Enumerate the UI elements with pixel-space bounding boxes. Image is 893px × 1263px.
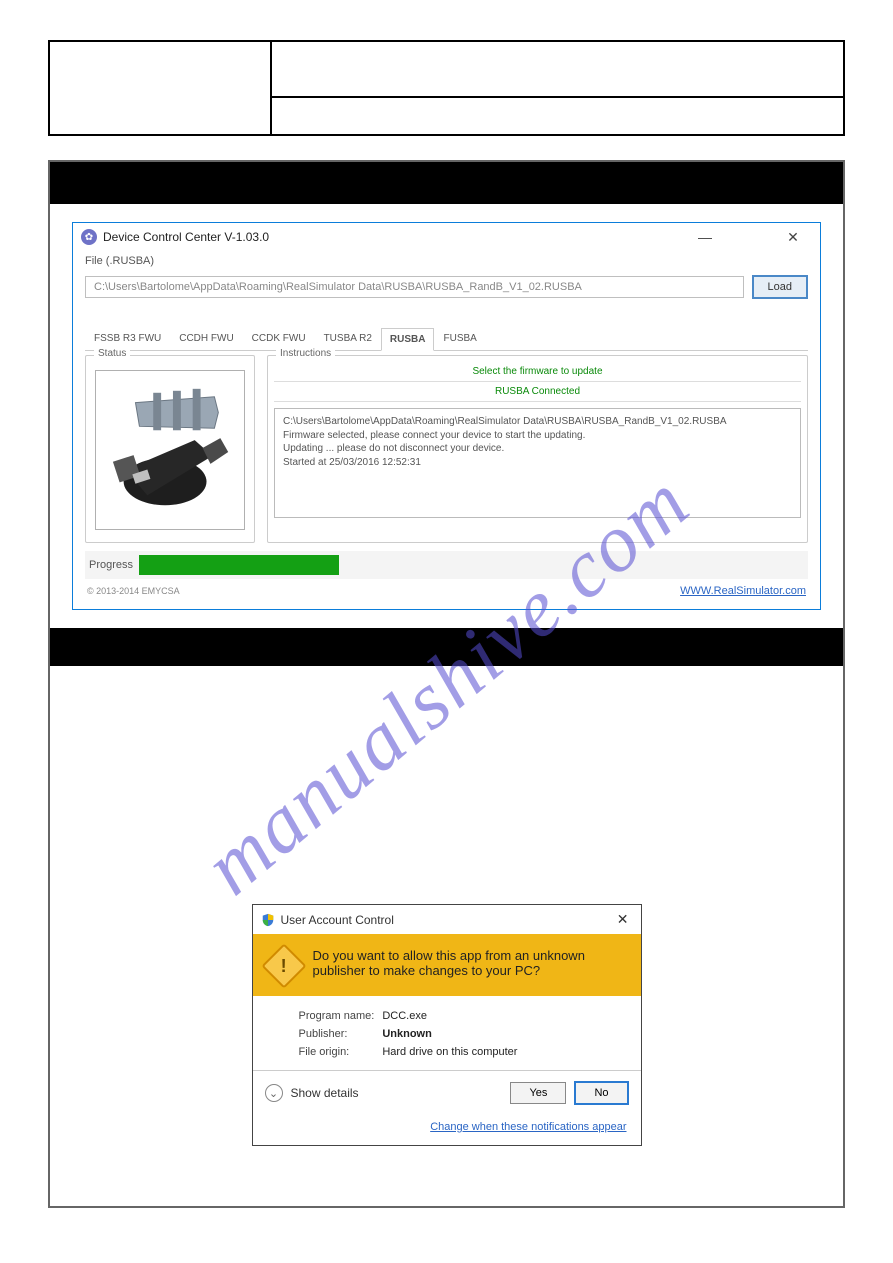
minimize-button[interactable]: — bbox=[692, 229, 718, 245]
file-path-input[interactable]: C:\Users\Bartolome\AppData\Roaming\RealS… bbox=[85, 276, 744, 298]
app-icon: ✿ bbox=[81, 229, 97, 245]
maximize-button[interactable] bbox=[736, 229, 762, 245]
progress-row: Progress bbox=[85, 551, 808, 579]
instructions-panel: Instructions Select the firmware to upda… bbox=[267, 355, 808, 543]
uac-close-button[interactable]: ✕ bbox=[613, 911, 633, 928]
instructions-panel-title: Instructions bbox=[276, 348, 335, 359]
log-line: Started at 25/03/2016 12:52:31 bbox=[283, 456, 792, 470]
uac-origin-label: File origin: bbox=[299, 1044, 381, 1060]
log-line: Updating ... please do not disconnect yo… bbox=[283, 442, 792, 456]
log-line: Firmware selected, please connect your d… bbox=[283, 429, 792, 443]
log-line: C:\Users\Bartolome\AppData\Roaming\RealS… bbox=[283, 415, 792, 429]
status-panel: Status bbox=[85, 355, 255, 543]
chevron-down-icon[interactable]: ⌄ bbox=[265, 1084, 283, 1102]
header-right-cell bbox=[272, 42, 843, 134]
close-button[interactable]: ✕ bbox=[780, 229, 806, 245]
header-left-cell bbox=[50, 42, 272, 134]
black-bar-bottom bbox=[50, 628, 843, 666]
yes-button[interactable]: Yes bbox=[510, 1082, 566, 1104]
device-image bbox=[95, 370, 245, 530]
tab-ccdk-fwu[interactable]: CCDK FWU bbox=[243, 327, 315, 350]
file-section-label: File (.RUSBA) bbox=[85, 255, 808, 267]
tab-fusba[interactable]: FUSBA bbox=[434, 327, 485, 350]
status-panel-title: Status bbox=[94, 348, 130, 359]
uac-title-text: User Account Control bbox=[281, 913, 394, 927]
instruction-line-1: Select the firmware to update bbox=[274, 362, 801, 382]
uac-program-label: Program name: bbox=[299, 1008, 381, 1024]
progress-bar bbox=[139, 555, 339, 575]
show-details-link[interactable]: Show details bbox=[291, 1086, 359, 1100]
tab-ccdh-fwu[interactable]: CCDH FWU bbox=[170, 327, 242, 350]
copyright-text: © 2013-2014 EMYCSA bbox=[87, 586, 180, 596]
window-title: Device Control Center V-1.03.0 bbox=[103, 230, 269, 244]
shield-icon bbox=[261, 913, 275, 927]
app-window: ✿ Device Control Center V-1.03.0 — ✕ Fil… bbox=[72, 222, 821, 610]
document-header bbox=[48, 40, 845, 136]
website-link[interactable]: WWW.RealSimulator.com bbox=[680, 585, 806, 597]
tab-fssb-r3-fwu[interactable]: FSSB R3 FWU bbox=[85, 327, 170, 350]
uac-publisher-label: Publisher: bbox=[299, 1026, 381, 1042]
uac-dialog: User Account Control ✕ ! Do you want to … bbox=[252, 904, 642, 1146]
tab-tusba-r2[interactable]: TUSBA R2 bbox=[315, 327, 381, 350]
no-button[interactable]: No bbox=[574, 1081, 628, 1105]
uac-question: Do you want to allow this app from an un… bbox=[313, 948, 629, 982]
uac-origin-value: Hard drive on this computer bbox=[382, 1044, 523, 1060]
load-button[interactable]: Load bbox=[752, 275, 808, 299]
log-output: C:\Users\Bartolome\AppData\Roaming\RealS… bbox=[274, 408, 801, 518]
instruction-line-2: RUSBA Connected bbox=[274, 382, 801, 402]
screenshot-container: ✿ Device Control Center V-1.03.0 — ✕ Fil… bbox=[48, 160, 845, 1208]
uac-publisher-value: Unknown bbox=[382, 1026, 523, 1042]
uac-program-value: DCC.exe bbox=[382, 1008, 523, 1024]
tab-rusba[interactable]: RUSBA bbox=[381, 328, 435, 351]
progress-label: Progress bbox=[89, 559, 133, 571]
tab-bar: FSSB R3 FWU CCDH FWU CCDK FWU TUSBA R2 R… bbox=[85, 327, 808, 351]
black-bar-top bbox=[50, 162, 843, 204]
warning-icon: ! bbox=[261, 943, 306, 988]
change-notifications-link[interactable]: Change when these notifications appear bbox=[430, 1121, 626, 1133]
